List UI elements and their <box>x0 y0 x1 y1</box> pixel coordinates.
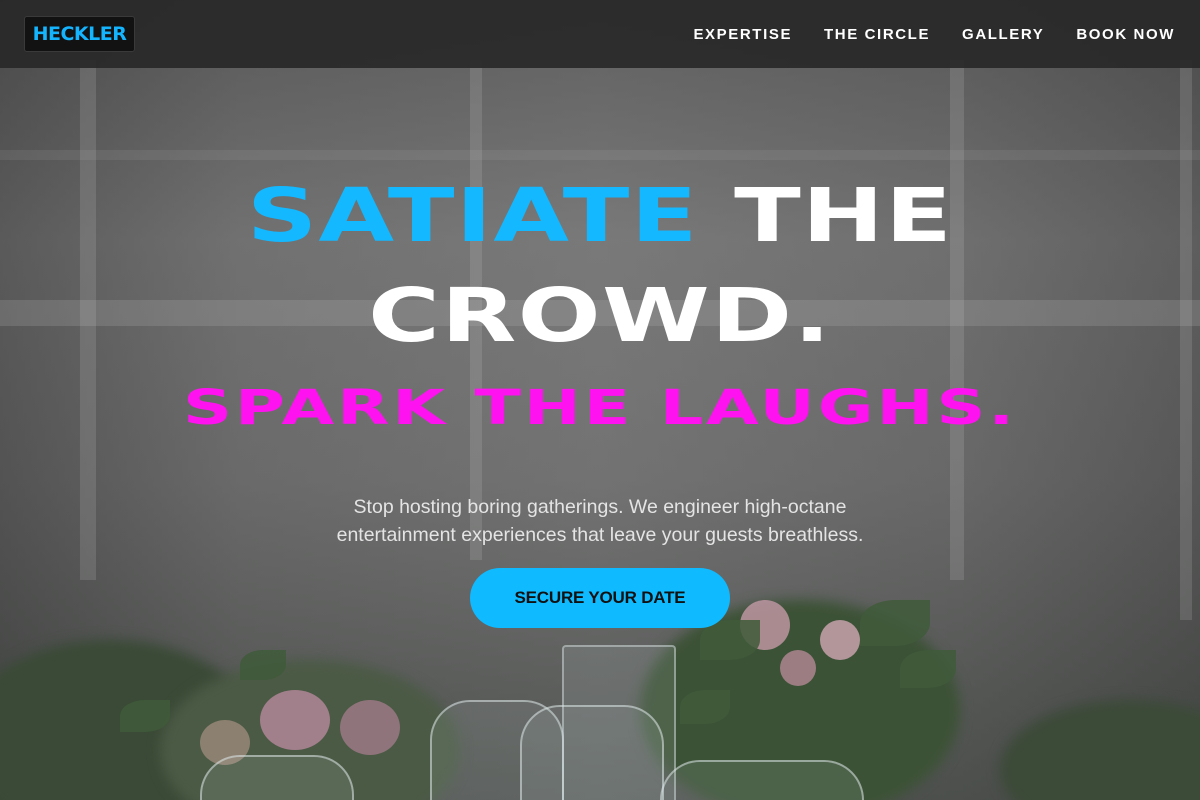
hero-headline-line-1: SATIATE THE <box>0 168 1200 264</box>
hero-subtext: Stop hosting boring gatherings. We engin… <box>336 495 864 546</box>
hero-headline-accent: SATIATE <box>246 173 699 259</box>
hero-headline-line-1-rest: THE <box>698 173 954 259</box>
hero-headline-line-2: CROWD. <box>368 273 832 359</box>
hero-tagline: SPARK THE LAUGHS. <box>182 380 1018 436</box>
secure-date-button[interactable]: SECURE YOUR DATE <box>470 568 730 628</box>
hero-section: SATIATE THE CROWD. SPARK THE LAUGHS. Sto… <box>0 0 1200 800</box>
